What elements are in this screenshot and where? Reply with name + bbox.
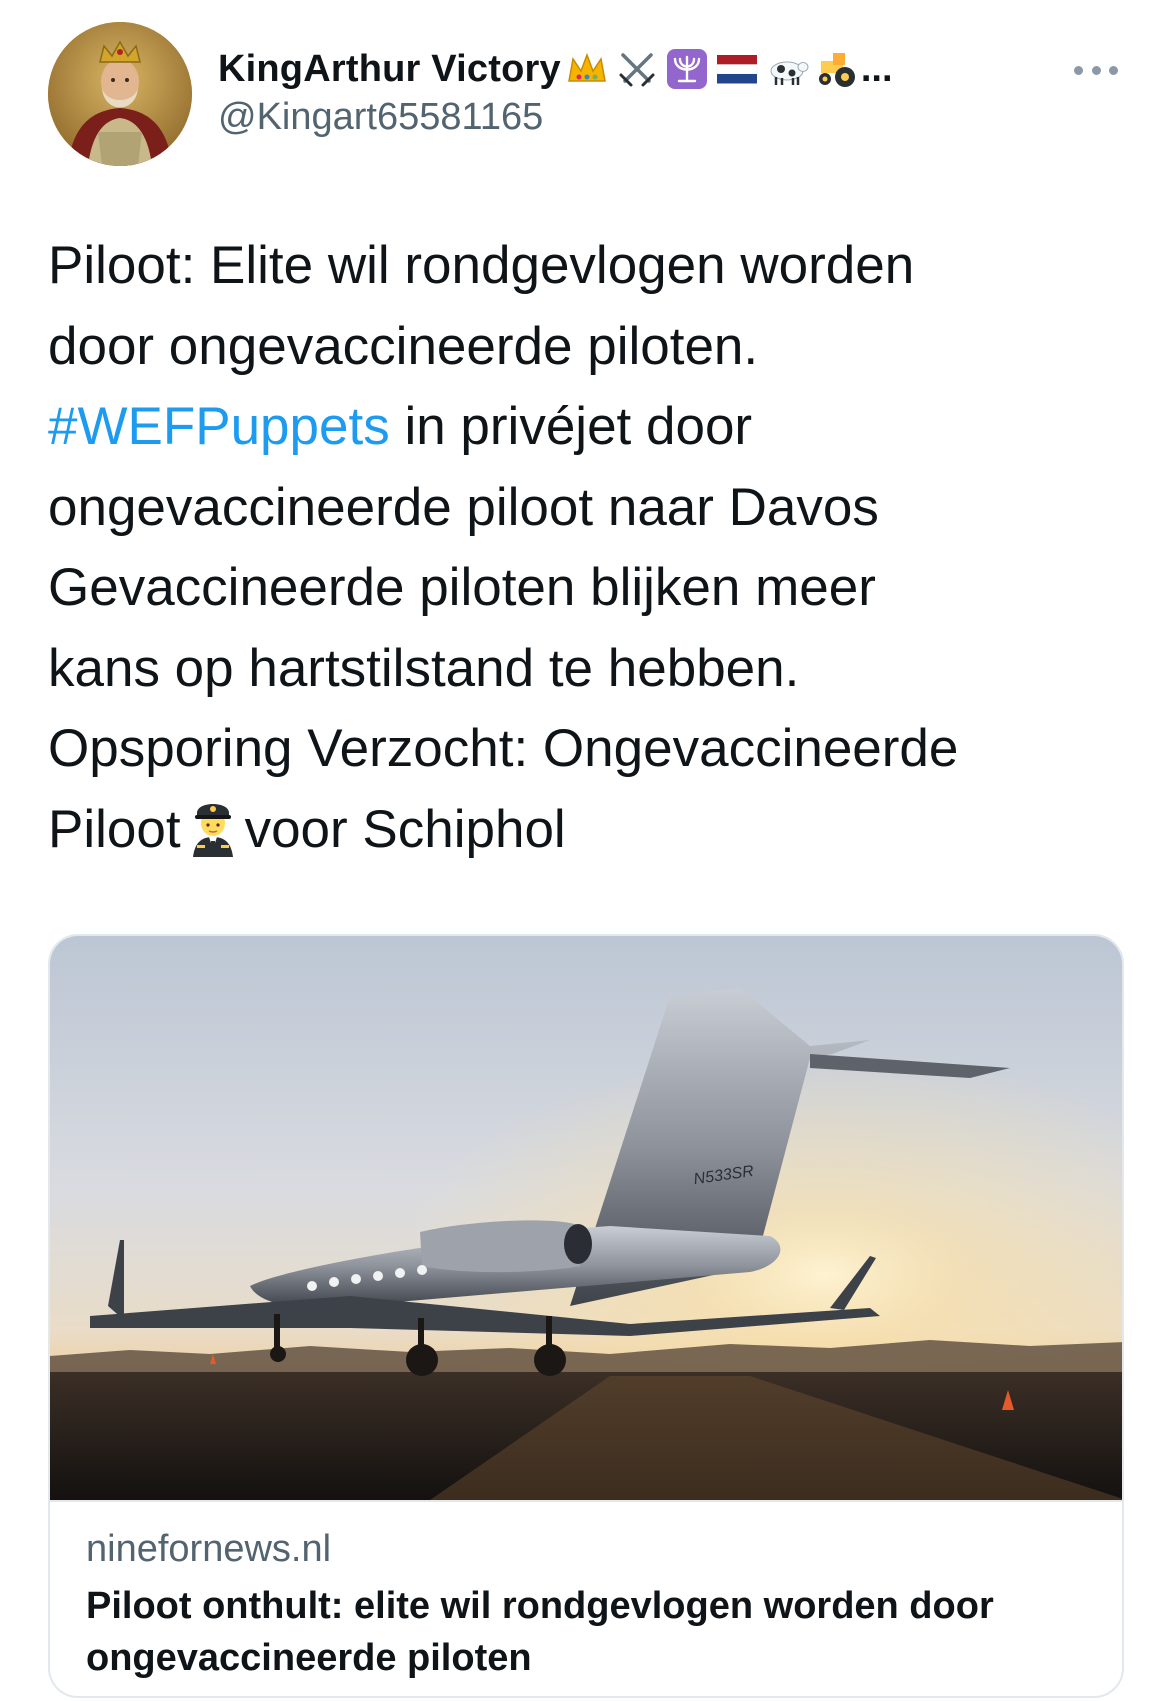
tweet-line: Piloot: Elite wil rondgevlogen worden [48, 236, 915, 295]
tweet-line: Gevaccineerde piloten blijken meer [48, 558, 876, 617]
card-divider [50, 1500, 1122, 1502]
tweet-line-text: voor Schiphol [244, 799, 566, 859]
crown-icon [565, 47, 609, 91]
tweet-line: Opsporing Verzocht: Ongevaccineerde [48, 719, 959, 778]
name-emoji-strip [565, 47, 859, 91]
tweet-line-text: Piloot [48, 799, 181, 859]
netherlands-flag-icon [715, 47, 759, 91]
avatar-portrait-image [48, 22, 192, 166]
author-display-name[interactable]: KingArthur Victory [218, 48, 561, 91]
link-card-image[interactable]: N533SR [50, 936, 1122, 1500]
tweet-text: Piloot: Elite wil rondgevlogen worden do… [48, 226, 1138, 870]
pilot-icon [187, 797, 239, 857]
more-dot-icon [1109, 65, 1118, 75]
more-dot-icon [1074, 65, 1083, 75]
cow-icon [765, 47, 809, 91]
link-card-title: Piloot onthult: elite wil rondgevlogen w… [86, 1585, 994, 1679]
more-dot-icon [1091, 65, 1101, 75]
tractor-icon [815, 47, 859, 91]
author-handle[interactable]: @Kingart65581165 [218, 96, 543, 139]
name-truncation: ... [860, 47, 893, 90]
tweet-line: kans op hartstilstand te hebben. [48, 638, 800, 698]
author-avatar[interactable] [48, 22, 192, 166]
private-jet-sunset-image: N533SR [50, 936, 1122, 1500]
link-preview-card[interactable]: N533SR ninefornews.nl Piloot onthult: el… [48, 934, 1124, 1698]
tweet-line: #WEFPuppets in privéjet door [48, 387, 1138, 468]
hashtag-link[interactable]: #WEFPuppets [48, 397, 390, 456]
tweet-line: Piloot voor Schiphol [48, 790, 1138, 871]
tweet-line-text: in privéjet door [404, 397, 753, 456]
tweet: KingArthur Victory ... @Kingart65581165 [0, 0, 1170, 1701]
menorah-icon [665, 47, 709, 91]
tweet-line: door ongevaccineerde piloten. [48, 316, 759, 376]
author-name-row[interactable]: KingArthur Victory ... [218, 44, 893, 94]
link-card-domain: ninefornews.nl [86, 1528, 332, 1570]
tweet-line: ongevaccineerde piloot naar Davos [48, 477, 879, 537]
more-options-button[interactable] [1074, 58, 1118, 82]
crossed-swords-icon [615, 47, 659, 91]
